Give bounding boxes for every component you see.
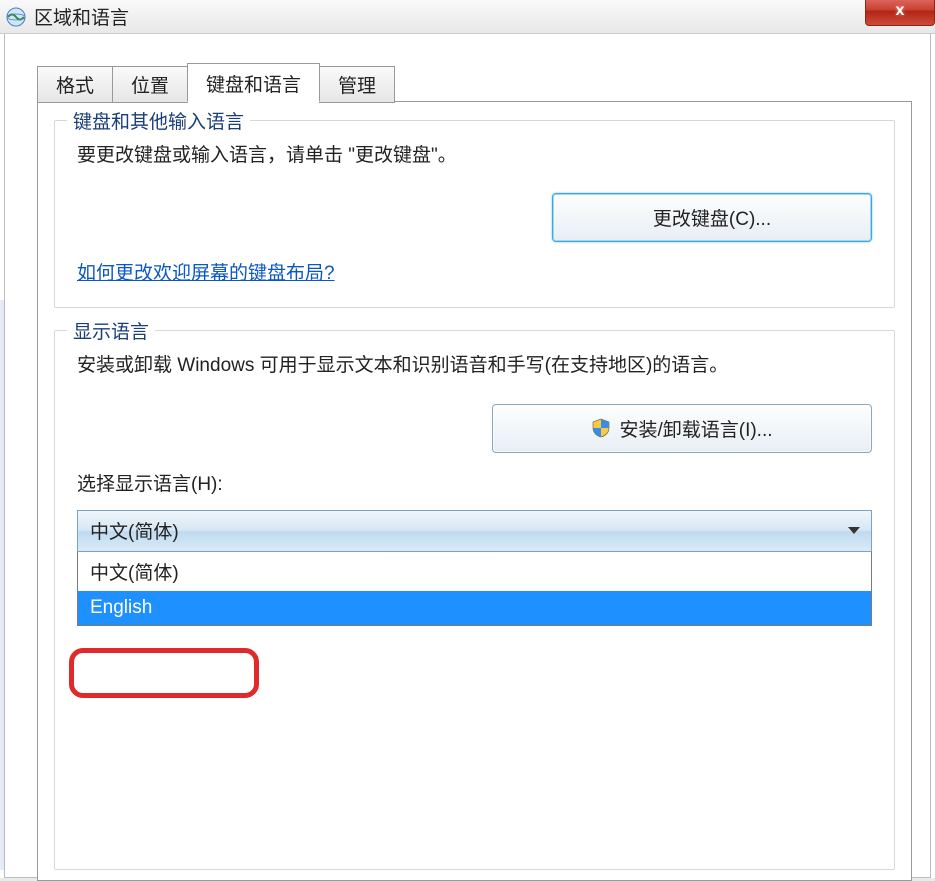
install-uninstall-languages-button[interactable]: 安装/卸载语言(I)... <box>492 404 872 453</box>
tab-administrative[interactable]: 管理 <box>319 66 395 103</box>
group-legend: 键盘和其他输入语言 <box>67 107 250 134</box>
display-description: 安装或卸载 Windows 可用于显示文本和识别语音和手写(在支持地区)的语言。 <box>77 351 872 381</box>
tab-panel-keyboards-languages: 键盘和其他输入语言 要更改键盘或输入语言，请单击 "更改键盘"。 更改键盘(C)… <box>37 101 912 881</box>
display-language-combobox[interactable]: 中文(简体) <box>77 510 872 552</box>
language-option-chinese-simplified[interactable]: 中文(简体) <box>78 552 871 591</box>
tab-label: 管理 <box>338 76 376 97</box>
window-title: 区域和语言 <box>34 3 129 30</box>
combobox-value: 中文(简体) <box>90 517 179 544</box>
titlebar: 区域和语言 x <box>0 0 935 34</box>
keyboard-description: 要更改键盘或输入语言，请单击 "更改键盘"。 <box>77 141 872 171</box>
dialog-body: 格式 位置 键盘和语言 管理 键盘和其他输入语言 要更改键盘或输入语言，请单击 … <box>4 34 931 878</box>
button-label: 安装/卸载语言(I)... <box>619 415 772 442</box>
tab-formats[interactable]: 格式 <box>37 66 113 103</box>
shield-icon <box>591 418 611 438</box>
tab-location[interactable]: 位置 <box>112 66 188 103</box>
change-keyboards-button[interactable]: 更改键盘(C)... <box>552 193 872 242</box>
tab-label: 位置 <box>131 76 169 97</box>
close-icon: x <box>896 2 905 20</box>
option-label: 中文(简体) <box>90 563 179 584</box>
region-language-dialog: 区域和语言 x 格式 位置 键盘和语言 管理 键盘和其他输入语言 <box>0 0 935 878</box>
close-button[interactable]: x <box>865 0 935 26</box>
select-display-language-label: 选择显示语言(H): <box>77 469 872 496</box>
group-display-language: 显示语言 安装或卸载 Windows 可用于显示文本和识别语音和手写(在支持地区… <box>54 330 895 870</box>
tab-label: 键盘和语言 <box>206 75 301 96</box>
group-keyboard-input: 键盘和其他输入语言 要更改键盘或输入语言，请单击 "更改键盘"。 更改键盘(C)… <box>54 120 895 308</box>
globe-icon <box>4 5 28 29</box>
keyboard-layout-help-link[interactable]: 如何更改欢迎屏幕的键盘布局? <box>77 263 335 284</box>
option-label: English <box>90 597 152 618</box>
display-language-dropdown: 中文(简体) English <box>77 552 872 626</box>
annotation-highlight <box>69 648 259 698</box>
language-option-english[interactable]: English <box>78 591 871 625</box>
tab-keyboards-languages[interactable]: 键盘和语言 <box>187 63 320 102</box>
tab-label: 格式 <box>56 76 94 97</box>
chevron-down-icon <box>847 520 861 542</box>
tab-strip: 格式 位置 键盘和语言 管理 <box>37 62 930 101</box>
group-legend: 显示语言 <box>67 317 155 344</box>
button-label: 更改键盘(C)... <box>653 204 771 231</box>
